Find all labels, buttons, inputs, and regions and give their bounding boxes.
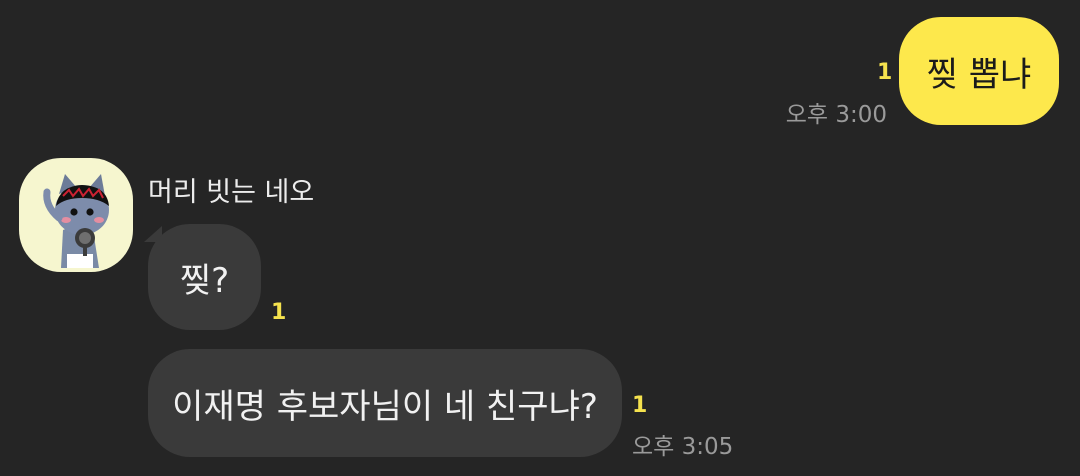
message-text: 찢 뽑냐 <box>926 54 1032 95</box>
neo-character-icon <box>43 174 109 268</box>
outgoing-message-bubble[interactable]: 찢 뽑냐 <box>899 17 1059 125</box>
incoming-message-bubble[interactable]: 이재명 후보자님이 네 친구냐? <box>148 349 622 457</box>
sender-avatar[interactable] <box>19 158 133 272</box>
sender-name: 머리 빗는 네오 <box>148 177 315 208</box>
message-text: 찢? <box>179 260 230 301</box>
message-text: 이재명 후보자님이 네 친구냐? <box>172 386 598 427</box>
message-timestamp: 오후 3:00 <box>785 102 887 128</box>
unread-count: 1 <box>877 60 893 85</box>
unread-count: 1 <box>632 393 648 418</box>
incoming-message-bubble[interactable]: 찢? <box>148 224 261 330</box>
message-timestamp: 오후 3:05 <box>632 434 734 460</box>
unread-count: 1 <box>271 300 287 325</box>
